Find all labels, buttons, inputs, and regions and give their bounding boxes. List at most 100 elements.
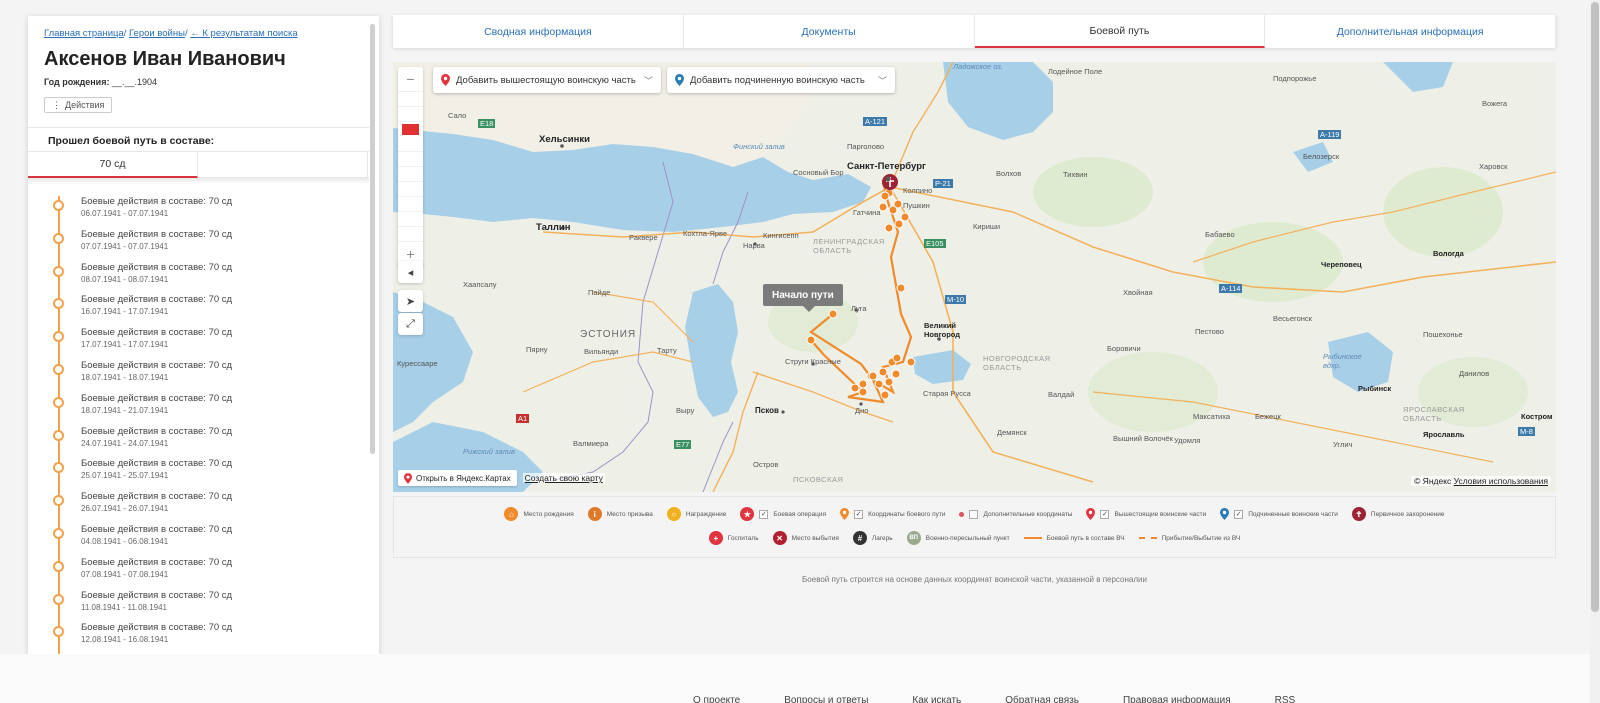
unit-tab-70sd[interactable]: 70 сд xyxy=(28,152,198,178)
legend-arrival-line: Прибытие/Выбытие из ВЧ xyxy=(1138,534,1241,542)
label-lodeynoe: Лодейное Поле xyxy=(1048,67,1103,76)
terms-link[interactable]: Условия использования xyxy=(1454,476,1548,486)
footer-link-legal[interactable]: Правовая информация xyxy=(1123,695,1231,703)
zoom-step[interactable] xyxy=(398,197,423,212)
unit-tab-empty[interactable] xyxy=(198,152,368,178)
footer-link-about[interactable]: О проекте xyxy=(693,695,740,703)
legend-label: Координаты боевого пути xyxy=(868,510,946,518)
zoom-out-button[interactable]: − xyxy=(398,67,423,92)
geolocation-button[interactable]: ➤ xyxy=(398,290,423,312)
battle-path-map[interactable]: Финский залив Рижский залив Ладожское оз… xyxy=(393,62,1556,492)
parent-unit-select[interactable]: Добавить вышестоящую воинскую часть ﹀ xyxy=(433,67,661,93)
timeline-item[interactable]: Боевые действия в составе: 70 сд 07.08.19… xyxy=(28,557,369,590)
label-rybinsk: Рыбинск xyxy=(1358,384,1392,393)
timeline-item-title: Боевые действия в составе: 70 сд xyxy=(81,556,233,568)
legend-label: Прибытие/Выбытие из ВЧ xyxy=(1161,534,1241,542)
timeline-item[interactable]: Боевые действия в составе: 70 сд 07.07.19… xyxy=(28,229,369,262)
legend-checkbox[interactable] xyxy=(969,509,979,519)
timeline-item-title: Боевые действия в составе: 70 сд xyxy=(81,458,233,470)
more-vertical-icon: ⋮ xyxy=(52,99,61,110)
timeline-item[interactable]: Боевые действия в составе: 70 сд 18.07.19… xyxy=(28,393,369,426)
label-lenobl: ЛЕНИНГРАДСКАЯ ОБЛАСТЬ xyxy=(813,237,885,255)
timeline-item[interactable]: Боевые действия в составе: 70 сд 24.07.19… xyxy=(28,426,369,459)
timeline-item[interactable]: Боевые действия в составе: 70 сд 12.08.19… xyxy=(28,622,369,655)
timeline-item[interactable]: Боевые действия в составе: 70 сд 25.07.19… xyxy=(28,458,369,491)
birth-year-label: Год рождения: xyxy=(44,77,110,87)
timeline-item[interactable]: Боевые действия в составе: 70 сд 11.08.19… xyxy=(28,590,369,623)
plus-icon: + xyxy=(406,246,415,262)
label-paide: Пайде xyxy=(588,288,611,297)
child-unit-select[interactable]: Добавить подчиненную воинскую часть ﹀ xyxy=(667,67,895,93)
legend-checkbox[interactable]: ✓ xyxy=(759,509,769,519)
page-scrollbar-thumb[interactable] xyxy=(1591,2,1599,612)
timeline-dot-icon xyxy=(53,593,64,605)
page-scrollbar[interactable] xyxy=(1590,0,1600,703)
legend-label: Военно-пересыльный пункт xyxy=(925,534,1010,542)
legend-child-units[interactable]: ✓ Подчиненные воинские части xyxy=(1220,508,1338,520)
legend-route-coords[interactable]: ✓ Координаты боевого пути xyxy=(840,508,945,520)
legend-label: Вышестоящие воинские части xyxy=(1114,510,1207,518)
label-novobl: НОВГОРОДСКАЯ ОБЛАСТЬ xyxy=(983,354,1051,372)
tab-additional-info[interactable]: Дополнительная информация xyxy=(1265,15,1556,48)
footer-link-rss[interactable]: RSS xyxy=(1275,695,1296,703)
timeline-dot-icon xyxy=(53,462,64,474)
zoom-step[interactable] xyxy=(398,212,423,227)
zoom-step[interactable] xyxy=(398,227,423,242)
timeline-item[interactable]: Боевые действия в составе: 70 сд 17.07.19… xyxy=(28,327,369,360)
timeline-item[interactable]: Боевые действия в составе: 70 сд 16.07.19… xyxy=(28,294,369,327)
footer-link-faq[interactable]: Вопросы и ответы xyxy=(784,695,868,703)
footer-link-how-to-search[interactable]: Как искать xyxy=(912,695,961,703)
fullscreen-button[interactable]: ⤢ xyxy=(398,313,423,335)
panel-scrollbar[interactable] xyxy=(370,24,375,454)
actions-button[interactable]: ⋮ Действия xyxy=(44,97,113,113)
label-yarobl: ЯРОСЛАВСКАЯ ОБЛАСТЬ xyxy=(1403,405,1465,423)
timeline-item-dates: 16.07.1941 - 17.07.1941 xyxy=(81,307,169,317)
label-bezhetsk: Бежецк xyxy=(1255,412,1281,421)
copyright-text: © Яндекс xyxy=(1414,476,1452,486)
label-vyru: Выру xyxy=(676,406,695,415)
timeline-item-title: Боевые действия в составе: 70 сд xyxy=(81,392,233,404)
timeline-item-title: Боевые действия в составе: 70 сд xyxy=(81,294,233,306)
legend-checkbox[interactable]: ✓ xyxy=(1100,509,1110,519)
legend-checkbox[interactable]: ✓ xyxy=(1234,509,1244,519)
zoom-slider-handle[interactable] xyxy=(398,122,423,137)
timeline-item-dates: 06.07.1941 - 07.07.1941 xyxy=(81,209,169,218)
tab-summary[interactable]: Сводная информация xyxy=(393,15,684,48)
legend-parent-units[interactable]: ✓ Вышестоящие воинские части xyxy=(1086,508,1206,520)
legend-checkbox[interactable]: ✓ xyxy=(854,509,864,519)
tab-battle-path[interactable]: Боевой путь xyxy=(974,15,1266,48)
zoom-step[interactable] xyxy=(398,92,423,107)
breadcrumb-back-to-results[interactable]: ← К результатам поиска xyxy=(190,28,297,39)
timeline-dot-icon xyxy=(53,363,64,375)
map-copyright: © Яндекс Условия использования xyxy=(1411,476,1551,486)
timeline-item-dates: 08.07.1941 - 08.07.1941 xyxy=(81,274,169,284)
pin-red-icon xyxy=(1086,508,1096,520)
zoom-step[interactable] xyxy=(398,182,423,197)
zoom-step[interactable] xyxy=(398,152,423,167)
line-solid-icon xyxy=(1023,537,1042,539)
chevron-down-icon: ﹀ xyxy=(643,75,653,86)
zoom-step[interactable] xyxy=(398,137,423,152)
timeline-item[interactable]: Боевые действия в составе: 70 сд 04.08.19… xyxy=(28,524,369,557)
timeline-dot-icon xyxy=(53,527,64,539)
footer-link-feedback[interactable]: Обратная связь xyxy=(1005,695,1079,703)
collapse-panel-button[interactable]: ◂ xyxy=(398,261,423,283)
timeline-item[interactable]: Боевые действия в составе: 70 сд 18.07.19… xyxy=(28,360,369,393)
timeline-item[interactable]: Боевые действия в составе: 70 сд 06.07.19… xyxy=(28,196,369,229)
legend-additional-coords[interactable]: Дополнительные координаты xyxy=(959,509,1072,519)
breadcrumb-home[interactable]: Главная страница xyxy=(44,28,124,39)
timeline-item[interactable]: Боевые действия в составе: 70 сд 26.07.19… xyxy=(28,491,369,524)
create-map-link[interactable]: Создать свою карту xyxy=(522,473,605,483)
zoom-step[interactable] xyxy=(398,167,423,182)
breadcrumb-heroes[interactable]: Герои войны xyxy=(129,28,185,39)
hospital-icon: + xyxy=(708,531,723,545)
tab-documents[interactable]: Документы xyxy=(684,15,975,48)
medal-icon: ○ xyxy=(666,507,681,521)
label-staraya-russa: Старая Русса xyxy=(923,389,971,398)
label-kohtla: Кохтла-Ярве xyxy=(683,229,728,238)
map-base xyxy=(393,62,1556,492)
legend-battle-operation[interactable]: ★ ✓ Боевая операция xyxy=(740,507,826,521)
timeline-item[interactable]: Боевые действия в составе: 70 сд 08.07.19… xyxy=(28,262,369,295)
open-yandex-maps-button[interactable]: Открыть в Яндекс.Картах xyxy=(398,470,517,486)
zoom-step[interactable] xyxy=(398,107,423,122)
